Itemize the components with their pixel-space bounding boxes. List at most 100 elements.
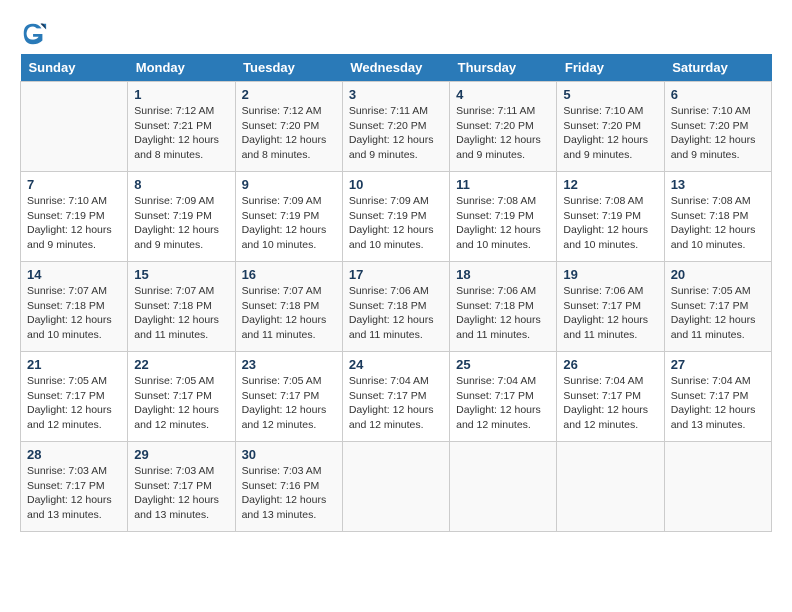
cell-info: Sunrise: 7:11 AM Sunset: 7:20 PM Dayligh… (349, 104, 443, 163)
header-cell-monday: Monday (128, 54, 235, 82)
week-row-2: 7 Sunrise: 7:10 AM Sunset: 7:19 PM Daylig… (21, 172, 772, 262)
cell-info: Sunrise: 7:06 AM Sunset: 7:18 PM Dayligh… (456, 284, 550, 343)
day-number: 3 (349, 87, 443, 102)
day-number: 25 (456, 357, 550, 372)
calendar-cell: 2 Sunrise: 7:12 AM Sunset: 7:20 PM Daylig… (235, 82, 342, 172)
cell-info: Sunrise: 7:08 AM Sunset: 7:18 PM Dayligh… (671, 194, 765, 253)
cell-info: Sunrise: 7:04 AM Sunset: 7:17 PM Dayligh… (563, 374, 657, 433)
cell-info: Sunrise: 7:07 AM Sunset: 7:18 PM Dayligh… (27, 284, 121, 343)
cell-info: Sunrise: 7:04 AM Sunset: 7:17 PM Dayligh… (349, 374, 443, 433)
header-row: SundayMondayTuesdayWednesdayThursdayFrid… (21, 54, 772, 82)
calendar-cell (21, 82, 128, 172)
cell-info: Sunrise: 7:09 AM Sunset: 7:19 PM Dayligh… (349, 194, 443, 253)
cell-info: Sunrise: 7:11 AM Sunset: 7:20 PM Dayligh… (456, 104, 550, 163)
logo (20, 20, 50, 48)
day-number: 9 (242, 177, 336, 192)
cell-info: Sunrise: 7:06 AM Sunset: 7:18 PM Dayligh… (349, 284, 443, 343)
day-number: 8 (134, 177, 228, 192)
week-row-1: 1 Sunrise: 7:12 AM Sunset: 7:21 PM Daylig… (21, 82, 772, 172)
header-cell-saturday: Saturday (664, 54, 771, 82)
calendar-cell: 30Sunrise: 7:03 AM Sunset: 7:16 PM Dayli… (235, 442, 342, 532)
calendar-cell: 8Sunrise: 7:09 AM Sunset: 7:19 PM Daylig… (128, 172, 235, 262)
day-number: 4 (456, 87, 550, 102)
cell-info: Sunrise: 7:08 AM Sunset: 7:19 PM Dayligh… (563, 194, 657, 253)
day-number: 29 (134, 447, 228, 462)
calendar-cell: 10 Sunrise: 7:09 AM Sunset: 7:19 PM Dayli… (342, 172, 449, 262)
calendar-cell (450, 442, 557, 532)
calendar-cell: 3 Sunrise: 7:11 AM Sunset: 7:20 PM Daylig… (342, 82, 449, 172)
header-cell-wednesday: Wednesday (342, 54, 449, 82)
calendar-cell: 25 Sunrise: 7:04 AM Sunset: 7:17 PM Dayli… (450, 352, 557, 442)
calendar-cell: 26Sunrise: 7:04 AM Sunset: 7:17 PM Dayli… (557, 352, 664, 442)
cell-info: Sunrise: 7:03 AM Sunset: 7:17 PM Dayligh… (134, 464, 228, 523)
day-number: 20 (671, 267, 765, 282)
cell-info: Sunrise: 7:12 AM Sunset: 7:20 PM Dayligh… (242, 104, 336, 163)
day-number: 27 (671, 357, 765, 372)
day-number: 21 (27, 357, 121, 372)
calendar-cell: 7 Sunrise: 7:10 AM Sunset: 7:19 PM Daylig… (21, 172, 128, 262)
calendar-cell: 21 Sunrise: 7:05 AM Sunset: 7:17 PM Dayli… (21, 352, 128, 442)
calendar-cell: 16 Sunrise: 7:07 AM Sunset: 7:18 PM Dayli… (235, 262, 342, 352)
calendar-cell: 28 Sunrise: 7:03 AM Sunset: 7:17 PM Dayli… (21, 442, 128, 532)
day-number: 11 (456, 177, 550, 192)
cell-info: Sunrise: 7:05 AM Sunset: 7:17 PM Dayligh… (27, 374, 121, 433)
day-number: 1 (134, 87, 228, 102)
calendar-cell: 15 Sunrise: 7:07 AM Sunset: 7:18 PM Dayli… (128, 262, 235, 352)
calendar-cell: 23 Sunrise: 7:05 AM Sunset: 7:17 PM Dayli… (235, 352, 342, 442)
day-number: 5 (563, 87, 657, 102)
cell-info: Sunrise: 7:12 AM Sunset: 7:21 PM Dayligh… (134, 104, 228, 163)
calendar-cell: 12 Sunrise: 7:08 AM Sunset: 7:19 PM Dayli… (557, 172, 664, 262)
cell-info: Sunrise: 7:03 AM Sunset: 7:17 PM Dayligh… (27, 464, 121, 523)
cell-info: Sunrise: 7:05 AM Sunset: 7:17 PM Dayligh… (134, 374, 228, 433)
day-number: 2 (242, 87, 336, 102)
cell-info: Sunrise: 7:07 AM Sunset: 7:18 PM Dayligh… (134, 284, 228, 343)
week-row-4: 21 Sunrise: 7:05 AM Sunset: 7:17 PM Dayli… (21, 352, 772, 442)
cell-info: Sunrise: 7:04 AM Sunset: 7:17 PM Dayligh… (456, 374, 550, 433)
cell-info: Sunrise: 7:03 AM Sunset: 7:16 PM Dayligh… (242, 464, 336, 523)
cell-info: Sunrise: 7:09 AM Sunset: 7:19 PM Dayligh… (242, 194, 336, 253)
cell-info: Sunrise: 7:10 AM Sunset: 7:19 PM Dayligh… (27, 194, 121, 253)
cell-info: Sunrise: 7:10 AM Sunset: 7:20 PM Dayligh… (671, 104, 765, 163)
calendar-cell: 4 Sunrise: 7:11 AM Sunset: 7:20 PM Daylig… (450, 82, 557, 172)
cell-info: Sunrise: 7:07 AM Sunset: 7:18 PM Dayligh… (242, 284, 336, 343)
cell-info: Sunrise: 7:05 AM Sunset: 7:17 PM Dayligh… (671, 284, 765, 343)
calendar-cell: 11 Sunrise: 7:08 AM Sunset: 7:19 PM Dayli… (450, 172, 557, 262)
week-row-3: 14Sunrise: 7:07 AM Sunset: 7:18 PM Dayli… (21, 262, 772, 352)
day-number: 23 (242, 357, 336, 372)
day-number: 10 (349, 177, 443, 192)
day-number: 6 (671, 87, 765, 102)
header-cell-friday: Friday (557, 54, 664, 82)
header-cell-tuesday: Tuesday (235, 54, 342, 82)
day-number: 19 (563, 267, 657, 282)
header-cell-thursday: Thursday (450, 54, 557, 82)
calendar-cell (664, 442, 771, 532)
day-number: 15 (134, 267, 228, 282)
day-number: 12 (563, 177, 657, 192)
calendar-cell: 1 Sunrise: 7:12 AM Sunset: 7:21 PM Daylig… (128, 82, 235, 172)
page-header (20, 20, 772, 48)
cell-info: Sunrise: 7:05 AM Sunset: 7:17 PM Dayligh… (242, 374, 336, 433)
calendar-cell: 17 Sunrise: 7:06 AM Sunset: 7:18 PM Dayli… (342, 262, 449, 352)
calendar-cell: 6 Sunrise: 7:10 AM Sunset: 7:20 PM Daylig… (664, 82, 771, 172)
calendar-cell: 14Sunrise: 7:07 AM Sunset: 7:18 PM Dayli… (21, 262, 128, 352)
day-number: 16 (242, 267, 336, 282)
calendar-cell: 18Sunrise: 7:06 AM Sunset: 7:18 PM Dayli… (450, 262, 557, 352)
cell-info: Sunrise: 7:10 AM Sunset: 7:20 PM Dayligh… (563, 104, 657, 163)
week-row-5: 28 Sunrise: 7:03 AM Sunset: 7:17 PM Dayli… (21, 442, 772, 532)
logo-icon (20, 20, 48, 48)
calendar-cell: 20 Sunrise: 7:05 AM Sunset: 7:17 PM Dayli… (664, 262, 771, 352)
day-number: 17 (349, 267, 443, 282)
cell-info: Sunrise: 7:04 AM Sunset: 7:17 PM Dayligh… (671, 374, 765, 433)
calendar-cell (557, 442, 664, 532)
calendar-cell: 24Sunrise: 7:04 AM Sunset: 7:17 PM Dayli… (342, 352, 449, 442)
calendar-cell: 29 Sunrise: 7:03 AM Sunset: 7:17 PM Dayli… (128, 442, 235, 532)
cell-info: Sunrise: 7:08 AM Sunset: 7:19 PM Dayligh… (456, 194, 550, 253)
day-number: 7 (27, 177, 121, 192)
calendar-cell: 5 Sunrise: 7:10 AM Sunset: 7:20 PM Daylig… (557, 82, 664, 172)
header-cell-sunday: Sunday (21, 54, 128, 82)
calendar-cell: 22Sunrise: 7:05 AM Sunset: 7:17 PM Dayli… (128, 352, 235, 442)
day-number: 28 (27, 447, 121, 462)
calendar-cell: 13Sunrise: 7:08 AM Sunset: 7:18 PM Dayli… (664, 172, 771, 262)
calendar-cell: 27 Sunrise: 7:04 AM Sunset: 7:17 PM Dayli… (664, 352, 771, 442)
calendar-cell: 9 Sunrise: 7:09 AM Sunset: 7:19 PM Daylig… (235, 172, 342, 262)
